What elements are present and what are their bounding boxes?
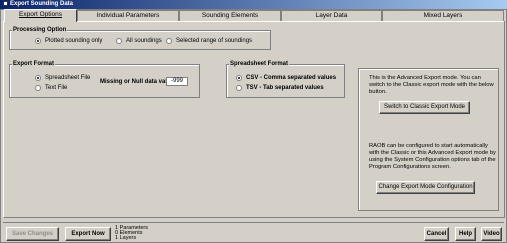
app-icon — [3, 1, 8, 6]
save-changes-button[interactable]: Save Changes — [6, 227, 59, 241]
radio-indicator — [116, 38, 122, 44]
radio-selected-range[interactable]: Selected range of soundings — [166, 38, 252, 44]
switch-to-classic-button[interactable]: Switch to Classic Export Mode — [379, 101, 470, 114]
radio-indicator — [35, 38, 41, 44]
spreadsheet-format-group — [226, 64, 345, 98]
radio-plotted-sounding-only[interactable]: Plotted sounding only — [35, 38, 102, 44]
change-export-mode-button[interactable]: Change Export Mode Configuration — [376, 181, 475, 194]
radio-text-file[interactable]: Text File — [35, 85, 67, 91]
radio-csv[interactable]: CSV - Comma separated values — [236, 75, 336, 81]
radio-indicator — [236, 75, 242, 81]
radio-indicator — [35, 75, 41, 81]
video-button[interactable]: Video — [481, 227, 502, 241]
spreadsheet-format-title: Spreadsheet Format — [229, 61, 290, 67]
cancel-button[interactable]: Cancel — [424, 227, 449, 241]
selection-summary: 1 Parameters 0 Elements 1 Layers — [115, 225, 148, 241]
bottom-separator — [3, 222, 504, 223]
help-button[interactable]: Help — [455, 227, 476, 241]
tab-export-options[interactable]: Export Options — [4, 9, 77, 22]
export-format-title: Export Format — [12, 61, 56, 67]
title-bar: Export Sounding Data — [0, 0, 507, 9]
radio-indicator — [35, 85, 41, 91]
tab-bar: Export Options Individual Parameters Sou… — [4, 9, 504, 22]
radio-indicator — [236, 85, 242, 91]
missing-value-input[interactable]: -999 — [166, 77, 188, 86]
radio-all-soundings[interactable]: All soundings — [116, 38, 162, 44]
radio-indicator — [166, 38, 172, 44]
configuration-description: RAOB can be configured to start automati… — [369, 143, 496, 170]
processing-option-title: Processing Option — [12, 27, 68, 33]
radio-tsv[interactable]: TSV - Tab separated values — [236, 85, 324, 91]
radio-spreadsheet-file[interactable]: Spreadsheet File — [35, 75, 90, 81]
tab-layer-data[interactable]: Layer Data — [281, 10, 382, 21]
tab-sounding-elements[interactable]: Sounding Elements — [179, 10, 281, 21]
missing-value-label: Missing or Null data value: — [100, 79, 177, 85]
export-now-button[interactable]: Export Now — [65, 227, 111, 241]
advanced-mode-description: This is the Advanced Export mode. You ca… — [369, 75, 494, 95]
tab-individual-parameters[interactable]: Individual Parameters — [77, 10, 179, 21]
tab-mixed-layers[interactable]: Mixed Layers — [382, 10, 504, 21]
summary-layers: 1 Layers — [115, 235, 137, 241]
window-title: Export Sounding Data — [10, 1, 73, 7]
